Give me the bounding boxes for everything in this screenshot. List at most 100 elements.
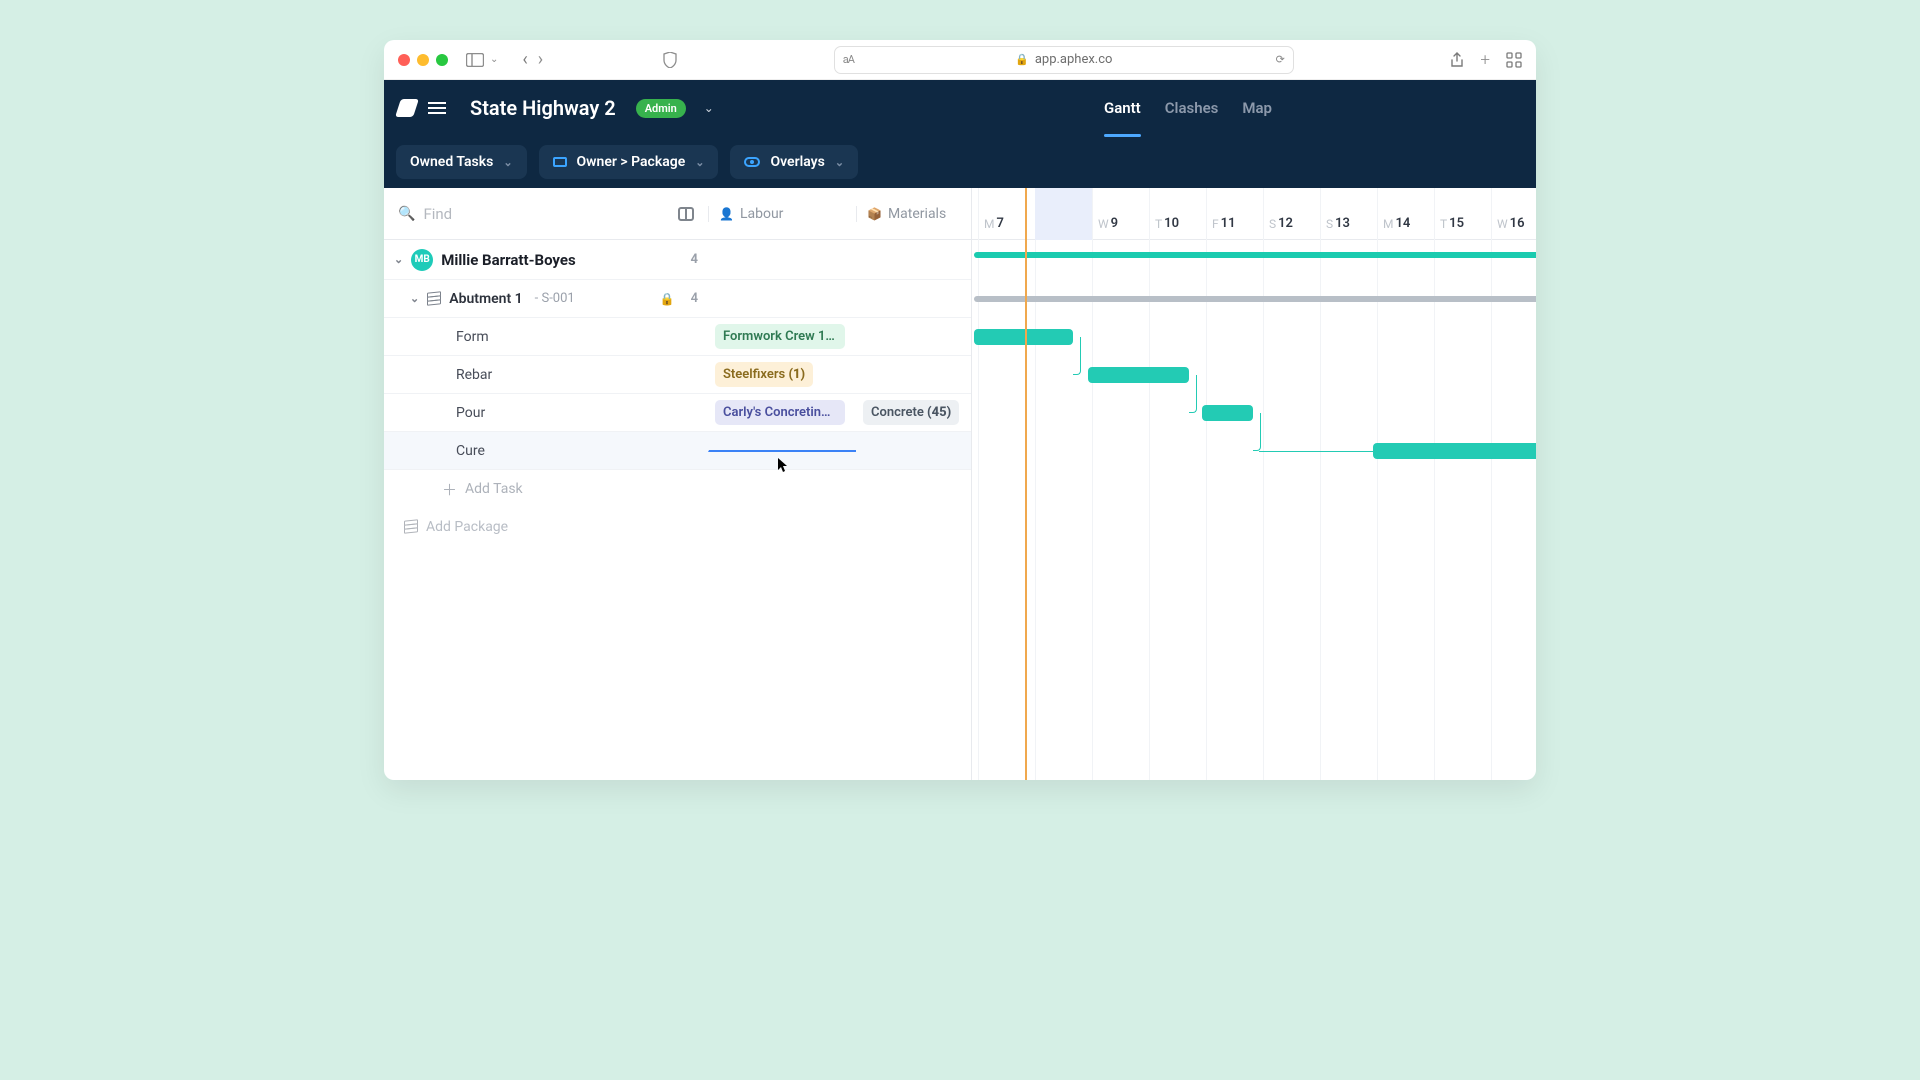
- owner-task-count: 4: [691, 252, 698, 267]
- role-badge: Admin: [636, 99, 686, 118]
- gantt-bar-pour[interactable]: [1202, 405, 1253, 421]
- timeline-day[interactable]: T10: [1155, 188, 1179, 239]
- task-row-form[interactable]: Form Formwork Crew 1 (1): [384, 318, 971, 356]
- columns-toggle-icon[interactable]: [678, 207, 694, 221]
- gantt-bar-cure[interactable]: [1373, 443, 1536, 459]
- today-line: [1025, 188, 1027, 780]
- today-highlight: [1035, 188, 1092, 240]
- share-icon[interactable]: [1450, 50, 1464, 70]
- task-name: Cure: [456, 443, 485, 459]
- owned-tasks-filter[interactable]: Owned Tasks⌄: [396, 145, 527, 179]
- package-row[interactable]: ⌄ Abutment 1 - S-001 🔒 4: [384, 280, 971, 318]
- main-area: 🔍 👤 Labour 📦 Materials ⌄: [384, 188, 1536, 780]
- package-name: Abutment 1: [449, 291, 522, 307]
- gridline: [1377, 188, 1378, 780]
- task-name: Pour: [456, 405, 485, 421]
- gantt-bar-rebar[interactable]: [1088, 367, 1189, 383]
- eye-icon: [744, 157, 760, 167]
- timeline-day[interactable]: T15: [1440, 188, 1464, 239]
- task-row-cure[interactable]: Cure: [384, 432, 971, 470]
- expand-owner-icon[interactable]: ⌄: [394, 253, 403, 266]
- owner-summary-bar[interactable]: [974, 252, 1536, 258]
- task-row-rebar[interactable]: Rebar Steelfixers (1): [384, 356, 971, 394]
- project-title: State Highway 2: [470, 96, 616, 120]
- sidebar-toggle-icon[interactable]: [466, 53, 484, 67]
- sidebar-dropdown-icon[interactable]: ⌄: [490, 54, 498, 65]
- minimize-window-icon[interactable]: [417, 54, 429, 66]
- labour-tag[interactable]: Formwork Crew 1 (1): [715, 324, 845, 349]
- owner-avatar: MB: [411, 249, 433, 271]
- tab-clashes[interactable]: Clashes: [1165, 80, 1219, 136]
- app-header: State Highway 2 Admin ⌄ Gantt Clashes Ma…: [384, 80, 1536, 136]
- main-tabs: Gantt Clashes Map: [1104, 80, 1272, 136]
- add-package-button[interactable]: Add Package: [384, 508, 971, 546]
- gridline: [1092, 188, 1093, 780]
- timeline-day[interactable]: F11: [1212, 188, 1236, 239]
- reader-icon[interactable]: aA: [843, 53, 854, 66]
- timeline-day[interactable]: W16: [1497, 188, 1525, 239]
- chevron-down-icon: ⌄: [695, 156, 704, 169]
- package-summary-bar[interactable]: [974, 296, 1536, 302]
- new-tab-icon[interactable]: +: [1480, 50, 1490, 70]
- grouping-icon: [553, 157, 567, 167]
- dependency-link: [1073, 337, 1081, 375]
- task-panel: 🔍 👤 Labour 📦 Materials ⌄: [384, 188, 972, 780]
- app-logo-icon[interactable]: [395, 99, 419, 117]
- tab-map[interactable]: Map: [1242, 80, 1272, 136]
- refresh-icon[interactable]: ⟳: [1276, 53, 1285, 66]
- timeline-header: M7T8W9T10F11S12S13M14T15W16: [972, 188, 1536, 240]
- timeline-day[interactable]: S12: [1269, 188, 1293, 239]
- maximize-window-icon[interactable]: [436, 54, 448, 66]
- gridline: [978, 188, 979, 780]
- gridline: [1434, 188, 1435, 780]
- close-window-icon[interactable]: [398, 54, 410, 66]
- person-icon: 👤: [719, 207, 734, 221]
- labour-tag[interactable]: Steelfixers (1): [715, 362, 813, 387]
- filter-toolbar: Owned Tasks⌄ Owner > Package⌄ Overlays⌄: [384, 136, 1536, 188]
- tabs-overview-icon[interactable]: [1506, 50, 1522, 70]
- search-input[interactable]: [423, 205, 670, 223]
- address-bar[interactable]: aA 🔒 app.aphex.co ⟳: [834, 46, 1294, 74]
- gridline: [1320, 188, 1321, 780]
- task-name: Form: [456, 329, 489, 345]
- project-dropdown-icon[interactable]: ⌄: [704, 101, 714, 115]
- materials-column-header[interactable]: 📦 Materials: [856, 206, 971, 222]
- labour-tag[interactable]: Carly's Concreting Cre: [715, 400, 845, 425]
- labour-column-header[interactable]: 👤 Labour: [708, 206, 856, 222]
- shield-icon[interactable]: [663, 52, 677, 68]
- add-task-button[interactable]: ＋ Add Task: [384, 470, 971, 508]
- overlays-filter[interactable]: Overlays⌄: [730, 145, 858, 179]
- gridline: [1491, 188, 1492, 780]
- timeline-panel[interactable]: M7T8W9T10F11S12S13M14T15W16: [972, 188, 1536, 780]
- materials-tag[interactable]: Concrete (45): [863, 400, 959, 425]
- gantt-bar-form[interactable]: [974, 329, 1073, 345]
- gridline: [1263, 188, 1264, 780]
- timeline-day[interactable]: W9: [1098, 188, 1118, 239]
- timeline-day[interactable]: S13: [1326, 188, 1350, 239]
- chevron-down-icon: ⌄: [835, 156, 844, 169]
- box-icon: 📦: [867, 207, 882, 221]
- dependency-link: [1253, 413, 1261, 451]
- expand-package-icon[interactable]: ⌄: [410, 292, 419, 305]
- timeline-day[interactable]: M7: [984, 188, 1004, 239]
- plus-icon: ＋: [442, 479, 457, 500]
- labour-cell-editing[interactable]: [708, 450, 856, 452]
- mouse-cursor-icon: [778, 458, 790, 474]
- package-task-count: 4: [691, 291, 698, 306]
- browser-window: ⌄ ‹ › aA 🔒 app.aphex.co ⟳ +: [384, 40, 1536, 780]
- task-tree: ⌄ MB Millie Barratt-Boyes 4 ⌄ Abutment 1…: [384, 240, 971, 780]
- back-button[interactable]: ‹: [522, 49, 527, 70]
- timeline-day[interactable]: M14: [1383, 188, 1410, 239]
- forward-button[interactable]: ›: [538, 49, 543, 70]
- tab-gantt[interactable]: Gantt: [1104, 80, 1141, 136]
- menu-icon[interactable]: [428, 102, 446, 114]
- find-column: 🔍: [384, 205, 708, 223]
- dependency-link: [1259, 451, 1373, 452]
- gridline: [1206, 188, 1207, 780]
- owner-row[interactable]: ⌄ MB Millie Barratt-Boyes 4: [384, 240, 971, 280]
- task-row-pour[interactable]: Pour Carly's Concreting Cre Concrete (45…: [384, 394, 971, 432]
- gridline: [1149, 188, 1150, 780]
- grouping-filter[interactable]: Owner > Package⌄: [539, 145, 719, 179]
- package-icon: [427, 292, 441, 306]
- url-text: app.aphex.co: [1035, 52, 1113, 67]
